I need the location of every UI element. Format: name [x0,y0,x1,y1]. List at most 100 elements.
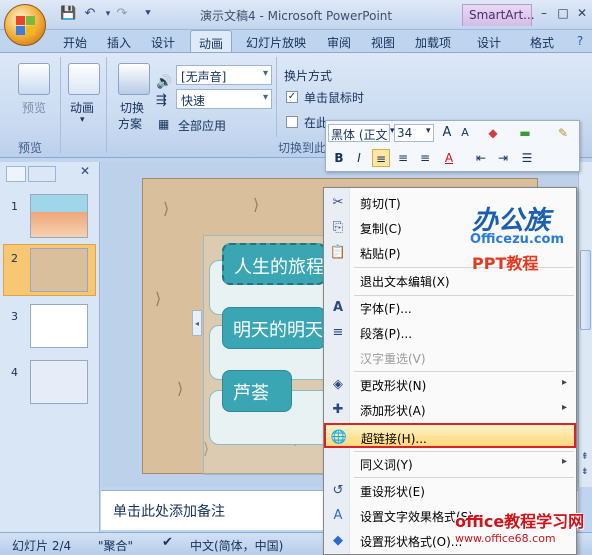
on-click-checkbox[interactable]: ✓ [286,91,298,103]
menu-item-hyperlink[interactable]: 🌐 超链接(H)... [324,423,576,448]
on-click-label: 单击鼠标时 [304,91,365,105]
increase-indent-icon[interactable]: ⇥ [494,149,512,167]
animation-button-label[interactable]: 动画 [70,99,94,116]
slide-thumbnail-2[interactable] [30,248,88,292]
brand-url: Officezu.com [470,232,565,247]
apply-all-button[interactable]: 全部应用 [178,117,226,134]
scrollbar-thumb[interactable] [580,250,591,330]
slide-thumbnail-1[interactable] [30,194,88,238]
group-divider [276,57,277,137]
fish-decoration: ⟩ [177,379,184,398]
transition-label-2[interactable]: 方案 [118,115,142,132]
window-title: 演示文稿4 - Microsoft PowerPoint [200,9,393,23]
paste-icon: 📋 [329,245,347,260]
slide-number: 3 [11,310,18,323]
menu-item-label: 超链接(H)... [361,432,427,446]
animation-icon[interactable] [68,63,100,95]
language-indicator: 中文(简体，中国) [190,539,284,553]
menu-item-label: 剪切(T) [360,197,401,211]
align-center-icon[interactable]: ≡ [394,149,412,167]
chevron-down-icon[interactable]: ▾ [426,126,431,136]
fill-color-icon[interactable]: ◆ [484,124,502,142]
slide-thumbnail-3[interactable] [30,304,88,348]
brand-subtitle: PPT教程 [472,254,539,273]
tab-insert[interactable]: 插入 [100,30,138,52]
transition-label-1[interactable]: 切换 [120,99,144,116]
fish-decoration: ⟩ [155,289,162,308]
grow-font-icon[interactable]: A [438,124,456,142]
next-slide-icon[interactable]: ⇟ [581,467,589,477]
group-divider [60,57,61,153]
spell-check-icon[interactable]: ✔ [162,535,173,550]
preview-button-label[interactable]: 预览 [22,99,46,116]
line-color-icon[interactable]: ▬ [516,124,534,142]
decrease-indent-icon[interactable]: ⇤ [472,149,490,167]
menu-item-paragraph[interactable]: ≡ 段落(P)... [325,320,575,345]
outline-tab-icon[interactable] [28,166,56,182]
fish-decoration: ⟩ [163,199,170,218]
slide-number: 4 [11,366,18,379]
customize-qat-icon[interactable]: ⯆ [140,6,156,22]
slide-number: 2 [11,252,18,265]
help-icon[interactable]: ? [572,34,588,50]
text-pane-toggle[interactable]: ◂ [192,310,202,336]
tab-smartart-format[interactable]: 格式 [522,30,562,52]
smartart-shape-1[interactable]: 人生的旅程 [222,243,326,285]
menu-item-label: 添加形状(A) [360,404,426,418]
preview-icon[interactable] [18,63,50,95]
transition-scheme-icon[interactable] [118,63,150,95]
submenu-arrow-icon: ▸ [561,377,567,388]
menu-item-label: 段落(P)... [360,327,413,341]
auto-advance-checkbox[interactable] [286,116,298,128]
tab-view[interactable]: 视图 [364,30,402,52]
menu-item-synonyms[interactable]: 同义词(Y) ▸ [325,451,575,476]
office-button[interactable] [4,4,46,46]
speed-select[interactable]: 快速 [176,89,272,109]
slide-thumbnail-4[interactable] [30,360,88,404]
tab-addins[interactable]: 加载项 [408,30,458,52]
font-family-select[interactable]: 黑体 (正文 [328,124,390,142]
tab-home[interactable]: 开始 [56,30,94,52]
smartart-shape-3[interactable]: 芦荟 [222,370,292,412]
align-right-icon[interactable]: ≡ [416,149,434,167]
align-left-icon[interactable]: ≡ [372,149,390,167]
format-painter-icon[interactable]: ✎ [554,124,572,142]
close-button[interactable]: ✕ [572,4,592,22]
sound-select[interactable]: [无声音] [176,65,272,85]
menu-item-label: 复制(C) [360,222,402,236]
minimize-button[interactable]: – [534,4,554,22]
menu-item-change-shape[interactable]: ◈ 更改形状(N) ▸ [325,372,575,397]
submenu-arrow-icon: ▸ [561,402,567,413]
menu-item-add-shape[interactable]: ✚ 添加形状(A) ▸ [325,397,575,422]
vertical-scrollbar[interactable]: ⇞ ⇟ [578,162,592,487]
save-icon[interactable]: 💾 [60,6,76,22]
redo-icon[interactable]: ↷ [114,6,130,22]
hyperlink-icon: 🌐 [330,430,348,445]
menu-item-font[interactable]: A 字体(F)... [325,295,575,320]
menu-item-label: 更改形状(N) [360,379,427,393]
bold-button[interactable]: B [330,149,348,167]
menu-item-label: 退出文本编辑(X) [360,275,450,289]
shrink-font-icon[interactable]: A [456,124,474,142]
tab-review[interactable]: 审阅 [320,30,358,52]
tab-design[interactable]: 设计 [144,30,182,52]
chevron-down-icon[interactable]: ▾ [80,115,85,125]
group-divider [106,57,107,153]
tab-slideshow[interactable]: 幻灯片放映 [238,30,314,52]
slides-tab-icon[interactable] [6,166,26,182]
menu-item-reset-shape[interactable]: ↺ 重设形状(E) [325,478,575,503]
ribbon-tabs: 开始 插入 设计 动画 幻灯片放映 审阅 视图 加载项 设计 格式 ? [0,30,592,52]
menu-item-label: 粘贴(P) [360,247,401,261]
tab-smartart-design[interactable]: 设计 [470,30,508,52]
tab-animation[interactable]: 动画 [190,30,232,52]
font-color-icon[interactable]: A [440,149,458,167]
maximize-button[interactable]: □ [553,4,573,22]
close-panel-icon[interactable]: ✕ [80,164,90,178]
italic-button[interactable]: I [350,149,368,167]
bullets-icon[interactable]: ☰ [518,149,536,167]
smartart-shape-2[interactable]: 明天的明天 [222,307,326,349]
previous-slide-icon[interactable]: ⇞ [581,452,589,462]
undo-icon[interactable]: ↶ [82,6,98,22]
menu-item-label: 汉字重选(V) [360,352,426,366]
title-bar: 💾 ↶ ▾ ↷ ⯆ 演示文稿4 - Microsoft PowerPoint S… [0,0,592,30]
